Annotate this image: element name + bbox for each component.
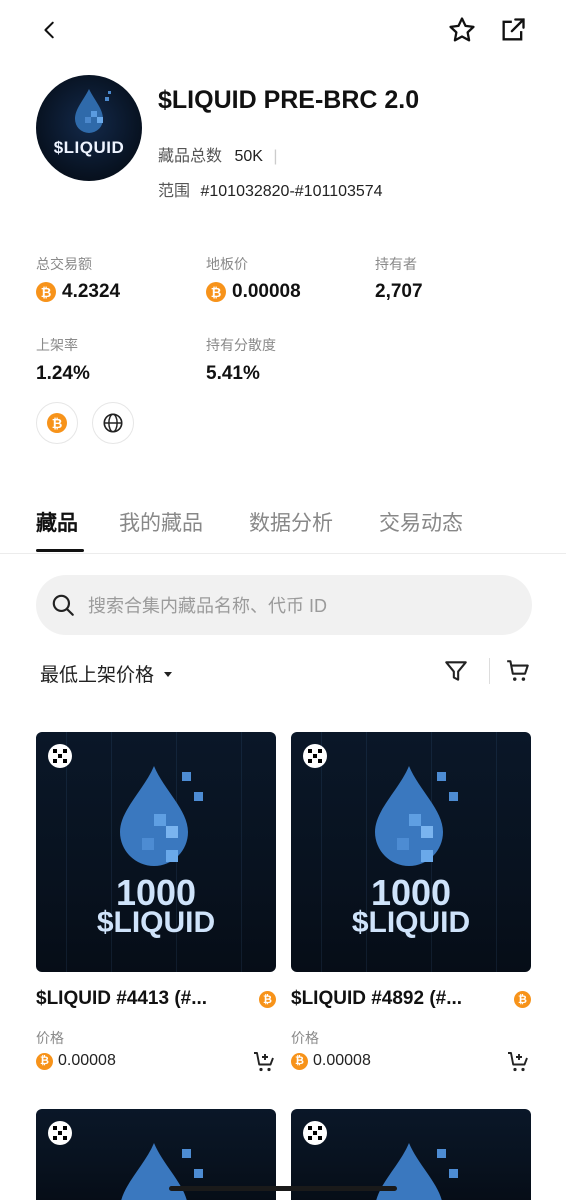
bitcoin-icon: ₿ <box>514 991 531 1008</box>
share-icon <box>502 18 525 41</box>
card-price-row: ₿ 0.00008 <box>36 1052 116 1070</box>
card-token: $LIQUID <box>96 906 216 939</box>
add-to-cart-button[interactable] <box>498 1042 538 1082</box>
toolbar-divider <box>489 658 490 684</box>
drop-icon <box>120 766 203 866</box>
listed-rate-label: 上架率 <box>36 337 78 353</box>
total-count-value: 50K <box>234 148 263 165</box>
filter-button[interactable] <box>436 651 476 691</box>
drop-icon <box>121 1143 203 1200</box>
bitcoin-icon: ₿ <box>36 1052 53 1070</box>
search-input[interactable]: 搜索合集内藏品名称、代币 ID <box>36 575 532 635</box>
cart-button[interactable] <box>498 651 538 691</box>
search-placeholder: 搜索合集内藏品名称、代币 ID <box>88 596 327 616</box>
drop-icon <box>375 766 458 866</box>
tab-divider <box>0 553 566 554</box>
listed-rate-value: 1.24% <box>36 363 90 384</box>
avatar-text: $LIQUID <box>53 138 125 157</box>
back-icon <box>44 21 54 39</box>
card-price-row: ₿ 0.00008 <box>291 1052 371 1070</box>
card-name[interactable]: $LIQUID #4413 (#... <box>36 988 207 1010</box>
filter-icon <box>445 661 467 681</box>
floor-label: 地板价 <box>206 256 248 272</box>
tab-activity[interactable]: 交易动态 <box>379 507 463 537</box>
tab-items[interactable]: 藏品 <box>36 507 78 537</box>
nft-card-image[interactable]: 1000 $LIQUID <box>36 732 276 972</box>
collection-avatar: $LIQUID <box>36 75 142 181</box>
sort-label: 最低上架价格 <box>40 665 155 686</box>
caret-down-icon <box>164 671 173 677</box>
bitcoin-icon: ₿ <box>36 282 56 302</box>
total-count-row: 藏品总数 50K | <box>158 148 278 165</box>
volume-value-row: ₿ 4.2324 <box>36 281 120 303</box>
bitcoin-link-button[interactable]: ₿ <box>36 402 78 444</box>
cart-icon <box>507 660 529 681</box>
okx-badge-icon <box>303 744 327 768</box>
floor-value: 0.00008 <box>232 281 301 302</box>
dispersion-value: 5.41% <box>206 363 260 384</box>
bitcoin-icon: ₿ <box>259 991 276 1008</box>
nft-card-image[interactable]: 1000 $LIQUID <box>291 732 531 972</box>
bitcoin-icon: ₿ <box>291 1052 308 1070</box>
tab-analytics[interactable]: 数据分析 <box>249 507 333 537</box>
dispersion-label: 持有分散度 <box>206 337 276 353</box>
range-value: #101032820-#101103574 <box>200 183 383 200</box>
star-icon <box>449 17 475 42</box>
share-button[interactable] <box>493 10 533 50</box>
favorite-button[interactable] <box>442 10 482 50</box>
okx-badge-icon <box>303 1121 327 1145</box>
add-to-cart-button[interactable] <box>244 1042 284 1082</box>
search-icon <box>52 594 74 616</box>
holders-value: 2,707 <box>375 281 423 302</box>
okx-badge-icon <box>48 744 72 768</box>
add-to-cart-icon <box>254 1052 274 1072</box>
card-token: $LIQUID <box>351 906 471 939</box>
home-indicator <box>169 1186 397 1191</box>
collection-title: $LIQUID PRE-BRC 2.0 <box>158 86 420 114</box>
range-row: 范围 #101032820-#101103574 <box>158 177 383 201</box>
bitcoin-icon: ₿ <box>47 413 67 433</box>
card-price-label: 价格 <box>291 1030 319 1046</box>
active-tab-indicator <box>36 549 84 552</box>
add-to-cart-icon <box>508 1052 528 1072</box>
card-name[interactable]: $LIQUID #4892 (#... <box>291 988 462 1010</box>
back-button[interactable] <box>30 10 70 50</box>
okx-badge-icon <box>48 1121 72 1145</box>
range-label: 范围 <box>158 183 191 200</box>
website-link-button[interactable] <box>92 402 134 444</box>
card-price: 0.00008 <box>58 1052 116 1069</box>
bitcoin-icon: ₿ <box>206 282 226 302</box>
tab-my-items[interactable]: 我的藏品 <box>119 507 203 537</box>
drop-icon <box>75 89 111 133</box>
sort-dropdown[interactable]: 最低上架价格 <box>40 660 174 687</box>
card-price-label: 价格 <box>36 1030 64 1046</box>
total-count-label: 藏品总数 <box>158 148 223 165</box>
drop-icon <box>376 1143 458 1200</box>
card-price: 0.00008 <box>313 1052 371 1069</box>
floor-value-row: ₿ 0.00008 <box>206 281 301 303</box>
volume-value: 4.2324 <box>62 281 121 302</box>
globe-icon <box>103 413 123 433</box>
holders-label: 持有者 <box>375 256 417 272</box>
volume-label: 总交易额 <box>36 256 92 272</box>
